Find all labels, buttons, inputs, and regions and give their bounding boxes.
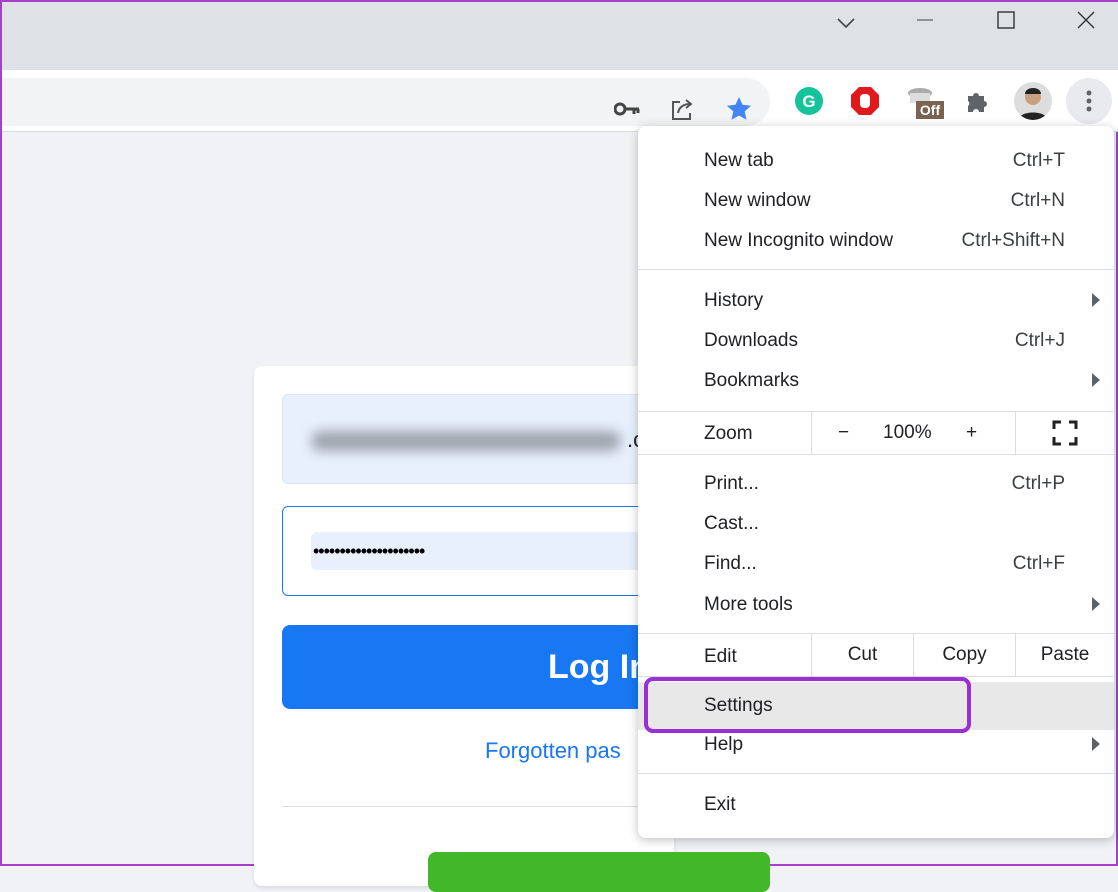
share-icon[interactable] xyxy=(668,94,698,124)
menu-item-downloads[interactable]: Downloads Ctrl+J xyxy=(638,321,1114,361)
profile-avatar[interactable] xyxy=(1014,82,1052,120)
submenu-arrow-icon xyxy=(1092,597,1100,611)
password-field[interactable]: ••••••••••••••••••••• xyxy=(282,506,671,596)
edit-row: Edit Cut Copy Paste xyxy=(638,634,1114,676)
menu-item-cast[interactable]: Cast... xyxy=(638,504,1114,544)
login-card: .c ••••••••••••••••••••• Log In Forgotte… xyxy=(254,366,770,892)
separator xyxy=(638,773,1114,774)
three-dots-icon xyxy=(1086,90,1092,112)
chrome-menu-button[interactable] xyxy=(1066,78,1112,124)
separator xyxy=(638,269,1114,270)
svg-text:Off: Off xyxy=(920,102,941,118)
menu-item-new-tab[interactable]: New tab Ctrl+T xyxy=(638,141,1114,181)
paste-button[interactable]: Paste xyxy=(1015,634,1114,676)
settings-highlight-annotation xyxy=(644,677,971,733)
cut-button[interactable]: Cut xyxy=(811,634,913,676)
maximize-button[interactable] xyxy=(986,10,1026,36)
email-field[interactable]: .c xyxy=(282,394,662,484)
extension-off-icon[interactable]: Off xyxy=(906,86,946,119)
menu-item-new-window[interactable]: New window Ctrl+N xyxy=(638,181,1114,221)
submenu-arrow-icon xyxy=(1092,737,1100,751)
create-account-button[interactable] xyxy=(428,852,770,892)
zoom-label: Zoom xyxy=(704,423,753,444)
menu-item-print[interactable]: Print... Ctrl+P xyxy=(638,464,1114,504)
tab-search-chevron-icon[interactable] xyxy=(826,10,866,36)
svg-text:G: G xyxy=(802,92,815,111)
forgot-password-link[interactable]: Forgotten pas xyxy=(485,738,621,764)
fullscreen-icon xyxy=(1052,420,1078,446)
menu-item-history[interactable]: History xyxy=(638,281,1114,321)
blurred-email xyxy=(311,431,621,451)
password-mask: ••••••••••••••••••••• xyxy=(311,532,671,570)
menu-item-more-tools[interactable]: More tools xyxy=(638,585,1114,625)
extensions-puzzle-icon[interactable] xyxy=(962,86,992,116)
divider xyxy=(282,806,662,807)
menu-item-find[interactable]: Find... Ctrl+F xyxy=(638,544,1114,584)
zoom-controls: − 100% + xyxy=(811,412,1015,454)
separator xyxy=(638,454,1114,455)
zoom-in-button[interactable]: + xyxy=(966,412,977,454)
submenu-arrow-icon xyxy=(1092,373,1100,387)
grammarly-extension-icon[interactable]: G xyxy=(794,86,824,116)
browser-toolbar: G Off xyxy=(2,70,1118,132)
menu-item-new-incognito-window[interactable]: New Incognito window Ctrl+Shift+N xyxy=(638,221,1114,261)
edit-label: Edit xyxy=(704,646,737,667)
zoom-out-button[interactable]: − xyxy=(838,412,849,454)
address-bar[interactable] xyxy=(2,78,770,126)
login-button[interactable]: Log In xyxy=(282,625,682,709)
menu-item-bookmarks[interactable]: Bookmarks xyxy=(638,361,1114,401)
minimize-button[interactable] xyxy=(906,10,946,36)
zoom-row: Zoom − 100% + xyxy=(638,412,1114,454)
close-window-button[interactable] xyxy=(1066,10,1106,36)
submenu-arrow-icon xyxy=(1092,293,1100,307)
bookmark-star-icon[interactable] xyxy=(724,94,754,124)
zoom-level: 100% xyxy=(883,422,932,443)
key-icon[interactable] xyxy=(612,94,642,124)
fullscreen-button[interactable] xyxy=(1015,412,1114,454)
copy-button[interactable]: Copy xyxy=(913,634,1015,676)
title-bar xyxy=(2,2,1118,70)
adblock-extension-icon[interactable] xyxy=(850,86,880,116)
menu-item-exit[interactable]: Exit xyxy=(638,785,1114,825)
